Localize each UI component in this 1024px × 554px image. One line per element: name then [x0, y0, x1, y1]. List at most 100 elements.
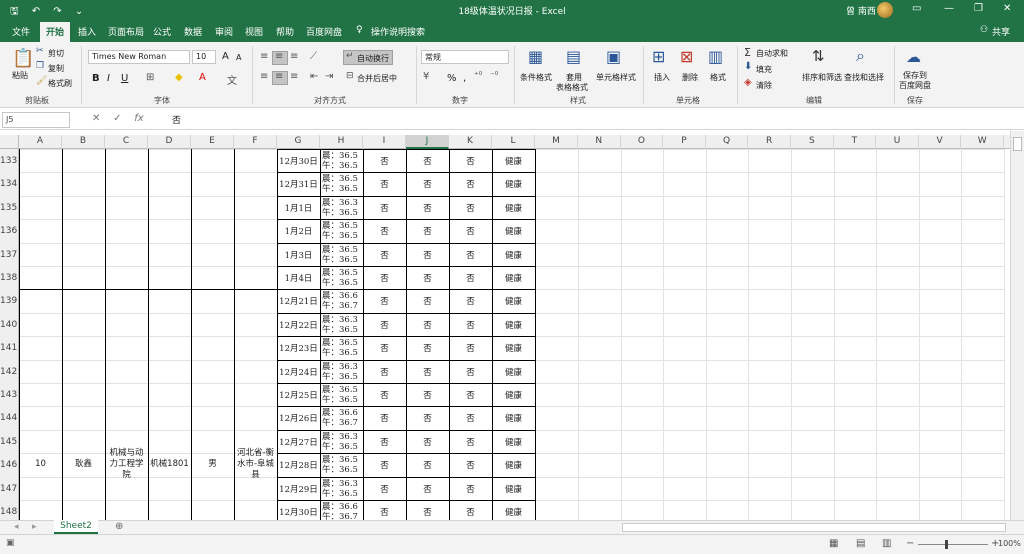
contact-cell[interactable]: 否: [406, 436, 449, 448]
date-cell[interactable]: 1月3日: [277, 249, 320, 261]
tab-view[interactable]: 视图: [245, 25, 263, 38]
temp-pm-cell[interactable]: 午：36.5: [320, 323, 363, 335]
user-name[interactable]: 曾 南西: [846, 4, 876, 17]
minimize-button[interactable]: —: [944, 3, 954, 14]
temp-pm-cell[interactable]: 午：36.5: [320, 440, 363, 452]
contact-cell[interactable]: 否: [406, 506, 449, 518]
find-select-button[interactable]: 查找和选择: [844, 72, 884, 83]
college-cell[interactable]: 机械与动力工程学院: [107, 447, 146, 483]
enter-icon[interactable]: ✓: [113, 113, 121, 124]
fever-cell[interactable]: 否: [363, 202, 406, 214]
format-as-table-icon[interactable]: ▤: [566, 47, 581, 66]
merge-center-icon[interactable]: ⊟: [346, 71, 354, 81]
insert-cells-icon[interactable]: ⊞: [652, 47, 665, 66]
wrap-text-icon[interactable]: ↵: [346, 51, 354, 61]
fever-cell[interactable]: 否: [363, 436, 406, 448]
horizontal-scrollbar[interactable]: [622, 523, 1006, 532]
sheet-prev-icon[interactable]: ◂: [14, 522, 19, 532]
contact-cell[interactable]: 否: [406, 342, 449, 354]
symptom-cell[interactable]: 否: [449, 506, 492, 518]
fever-cell[interactable]: 否: [363, 342, 406, 354]
column-header-p[interactable]: P: [663, 135, 706, 149]
date-cell[interactable]: 1月1日: [277, 202, 320, 214]
column-header-t[interactable]: T: [834, 135, 877, 149]
ribbon-display-icon[interactable]: ▭: [912, 3, 921, 14]
symptom-cell[interactable]: 否: [449, 342, 492, 354]
page-break-view-icon[interactable]: ▥: [882, 538, 891, 549]
comma-button[interactable]: ,: [463, 73, 466, 84]
date-cell[interactable]: 12月31日: [277, 178, 320, 190]
name-cell[interactable]: 耿鑫: [64, 447, 103, 483]
fill-button[interactable]: 填充: [756, 64, 772, 75]
row-header[interactable]: 144: [0, 413, 19, 423]
health-cell[interactable]: 健康: [492, 272, 535, 284]
fever-cell[interactable]: 否: [363, 225, 406, 237]
temp-pm-cell[interactable]: 午：36.5: [320, 393, 363, 405]
format-painter-icon[interactable]: 🖌: [36, 76, 47, 86]
gender-cell[interactable]: 男: [193, 447, 232, 483]
row-header[interactable]: 134: [0, 179, 19, 189]
align-right-icon[interactable]: ≡: [290, 71, 298, 82]
align-left-icon[interactable]: ≡: [260, 71, 268, 82]
health-cell[interactable]: 健康: [492, 155, 535, 167]
health-cell[interactable]: 健康: [492, 506, 535, 518]
contact-cell[interactable]: 否: [406, 319, 449, 331]
share-button[interactable]: 共享: [992, 25, 1010, 38]
shrink-font-button[interactable]: A: [236, 53, 241, 62]
column-header-g[interactable]: G: [277, 135, 320, 149]
decrease-decimal-icon[interactable]: ⁻⁰: [490, 71, 498, 81]
formula-input[interactable]: 否: [172, 113, 181, 126]
date-cell[interactable]: 12月23日: [277, 342, 320, 354]
align-center-icon[interactable]: ≡: [275, 71, 283, 82]
conditional-format-button[interactable]: 条件格式: [520, 72, 552, 83]
symptom-cell[interactable]: 否: [449, 483, 492, 495]
temp-pm-cell[interactable]: 午：36.5: [320, 463, 363, 475]
align-bottom-icon[interactable]: ≡: [290, 51, 298, 62]
paste-button[interactable]: 粘贴: [12, 70, 28, 81]
font-name-select[interactable]: Times New Roman: [88, 50, 190, 64]
column-header-n[interactable]: N: [578, 135, 621, 149]
temp-pm-cell[interactable]: 午：36.5: [320, 253, 363, 265]
maximize-button[interactable]: ❐: [974, 3, 983, 14]
date-cell[interactable]: 1月4日: [277, 272, 320, 284]
clear-button[interactable]: 清除: [756, 80, 772, 91]
temp-pm-cell[interactable]: 午：36.7: [320, 299, 363, 311]
column-header-a[interactable]: A: [19, 135, 62, 149]
phonetic-icon[interactable]: 文: [227, 72, 237, 87]
row-header[interactable]: 143: [0, 390, 19, 400]
conditional-format-icon[interactable]: ▦: [528, 47, 543, 66]
increase-decimal-icon[interactable]: ⁺⁰: [474, 71, 482, 81]
temp-pm-cell[interactable]: 午：36.7: [320, 416, 363, 428]
column-header-i[interactable]: I: [363, 135, 406, 149]
location-cell[interactable]: 河北省-衡水市-阜城县: [236, 447, 275, 483]
baidu-cloud-icon[interactable]: ☁: [906, 48, 921, 66]
date-cell[interactable]: 12月30日: [277, 155, 320, 167]
class-cell[interactable]: 机械1801: [150, 447, 189, 483]
row-header[interactable]: 139: [0, 296, 19, 306]
contact-cell[interactable]: 否: [406, 366, 449, 378]
decrease-indent-icon[interactable]: ⇤: [310, 71, 318, 82]
health-cell[interactable]: 健康: [492, 483, 535, 495]
symptom-cell[interactable]: 否: [449, 295, 492, 307]
borders-icon[interactable]: ⊞: [146, 72, 154, 83]
delete-cells-icon[interactable]: ⊠: [680, 47, 693, 66]
contact-cell[interactable]: 否: [406, 483, 449, 495]
avatar[interactable]: [877, 2, 893, 18]
add-sheet-button[interactable]: ⊕: [115, 521, 123, 532]
fever-cell[interactable]: 否: [363, 319, 406, 331]
date-cell[interactable]: 12月25日: [277, 389, 320, 401]
date-cell[interactable]: 12月29日: [277, 483, 320, 495]
macro-record-icon[interactable]: ▣: [6, 538, 15, 548]
fever-cell[interactable]: 否: [363, 155, 406, 167]
temp-pm-cell[interactable]: 午：36.5: [320, 229, 363, 241]
date-cell[interactable]: 12月26日: [277, 412, 320, 424]
sort-filter-button[interactable]: 排序和筛选: [802, 72, 842, 83]
copy-icon[interactable]: ❐: [36, 61, 44, 71]
tell-me-search[interactable]: 操作说明搜索: [371, 25, 425, 38]
temp-pm-cell[interactable]: 午：36.5: [320, 276, 363, 288]
fever-cell[interactable]: 否: [363, 389, 406, 401]
temp-pm-cell[interactable]: 午：36.5: [320, 487, 363, 499]
column-header-m[interactable]: M: [535, 135, 578, 149]
symptom-cell[interactable]: 否: [449, 225, 492, 237]
scroll-thumb[interactable]: [1013, 137, 1022, 151]
